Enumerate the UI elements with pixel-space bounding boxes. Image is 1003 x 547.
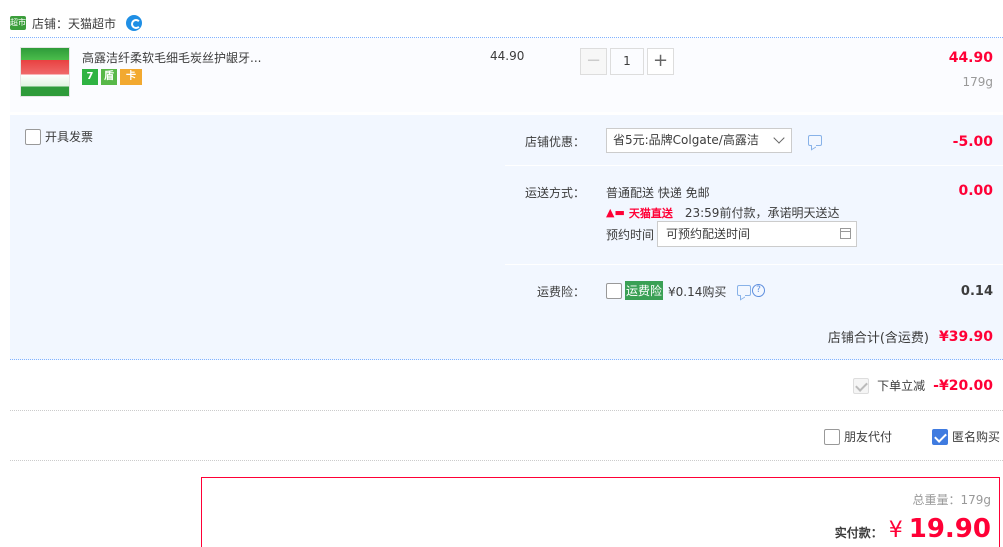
actual-payment-label: 实付款：	[834, 526, 883, 540]
insurance-checkbox[interactable]	[606, 283, 622, 299]
instant-discount-row: 下单立减 -¥20.00	[10, 362, 1003, 410]
unit-price: 44.90	[490, 49, 525, 63]
shop-header: 超市 店铺：天猫超市	[10, 12, 143, 34]
actual-payment-amount: 19.90	[908, 514, 991, 544]
discount-amount: -5.00	[952, 134, 993, 150]
item-weight: 179g	[962, 75, 993, 89]
delivery-method: 普通配送 快递 免邮	[606, 186, 710, 200]
message-icon[interactable]	[808, 135, 822, 146]
shop-total-row: 店铺合计(含运费) ¥39.90	[10, 310, 1003, 360]
schedule-time-input[interactable]: 可预约配送时间	[657, 221, 857, 247]
shop-total-amount: ¥39.90	[938, 328, 993, 345]
quantity-stepper: − 1 +	[580, 48, 674, 75]
help-icon[interactable]: ?	[752, 284, 765, 297]
schedule-placeholder: 可预约配送时间	[666, 227, 751, 241]
currency-symbol: ¥	[888, 518, 903, 543]
seven-day-return-icon: 7	[82, 69, 98, 85]
divider	[10, 460, 1003, 461]
guarantee-icon: 盾	[101, 69, 117, 85]
tmall-direct-delivery: ▲▬ 天猫直送 23:59前付款，承诺明天送达	[606, 204, 839, 221]
delivery-promise: 23:59前付款，承诺明天送达	[684, 206, 840, 220]
instant-discount: 下单立减 -¥20.00	[853, 377, 993, 394]
actual-payment: 实付款： ¥ 19.90	[835, 514, 991, 544]
calendar-icon[interactable]	[840, 228, 851, 239]
final-payment-box: 总重量：179g 实付款： ¥ 19.90	[201, 477, 1000, 547]
divider	[10, 410, 1003, 411]
increase-quantity-button[interactable]: +	[647, 48, 674, 75]
tmall-supermarket-logo: 超市	[10, 16, 26, 30]
product-title[interactable]: 高露洁纤柔软毛细毛炭丝护龈牙...	[82, 49, 261, 66]
divider	[505, 165, 1003, 166]
order-options-panel: 开具发票 店铺优惠： 省5元:品牌Colgate/高露洁 -5.00 运送方式：…	[10, 115, 1003, 310]
pay-options-row: 朋友代付 匿名购买	[10, 412, 1003, 460]
service-badges: 7 盾 卡	[82, 69, 142, 85]
shop-total: 店铺合计(含运费) ¥39.90	[827, 327, 993, 347]
invoice-option[interactable]: 开具发票	[25, 128, 93, 145]
insurance-label: 运费险：	[536, 285, 585, 299]
chat-icon[interactable]	[126, 15, 143, 31]
friend-pay-checkbox[interactable]	[824, 428, 840, 445]
divider	[505, 264, 1003, 265]
chevron-down-icon	[773, 132, 785, 144]
friend-pay-label: 朋友代付	[844, 430, 893, 444]
insurance-price: ¥0.14购买	[668, 285, 727, 299]
delivery-label: 运送方式：	[524, 186, 585, 200]
instant-discount-label: 下单立减	[877, 379, 926, 393]
message-icon[interactable]	[737, 285, 751, 296]
discount-selected-value: 省5元:品牌Colgate/高露洁	[613, 133, 759, 147]
tmall-direct-tag: 天猫直送	[628, 206, 673, 220]
schedule-label: 预约时间	[606, 228, 655, 242]
instant-discount-amount: -¥20.00	[933, 377, 993, 394]
shop-name[interactable]: 店铺：天猫超市	[32, 15, 116, 32]
shop-total-label: 店铺合计(含运费)	[827, 331, 929, 346]
total-weight: 总重量：179g	[912, 491, 991, 508]
tmall-delivery-icon: ▲▬	[606, 206, 625, 219]
anonymous-label: 匿名购买	[952, 430, 1001, 444]
invoice-checkbox[interactable]	[25, 128, 41, 145]
discount-label: 店铺优惠：	[524, 135, 585, 149]
delivery-amount: 0.00	[958, 183, 993, 199]
order-item-row: 高露洁纤柔软毛细毛炭丝护龈牙... 7 盾 卡 44.90 − 1 + 44.9…	[10, 38, 1003, 112]
discount-select[interactable]: 省5元:品牌Colgate/高露洁	[606, 128, 792, 153]
anonymous-checkbox[interactable]	[932, 428, 948, 445]
credit-card-icon: 卡	[120, 69, 142, 85]
decrease-quantity-button[interactable]: −	[580, 48, 607, 75]
item-total-price: 44.90	[948, 50, 993, 66]
total-weight-label: 总重量：	[912, 493, 961, 507]
anonymous-option[interactable]: 匿名购买	[932, 428, 1000, 445]
total-weight-value: 179g	[960, 493, 991, 507]
instant-discount-checkbox	[853, 377, 870, 394]
insurance-amount: 0.14	[960, 284, 993, 299]
quantity-input[interactable]: 1	[610, 48, 644, 75]
insurance-tag: 运费险	[625, 281, 664, 300]
product-thumbnail[interactable]	[20, 47, 70, 97]
invoice-label: 开具发票	[45, 130, 94, 144]
friend-pay-option[interactable]: 朋友代付	[824, 428, 892, 445]
